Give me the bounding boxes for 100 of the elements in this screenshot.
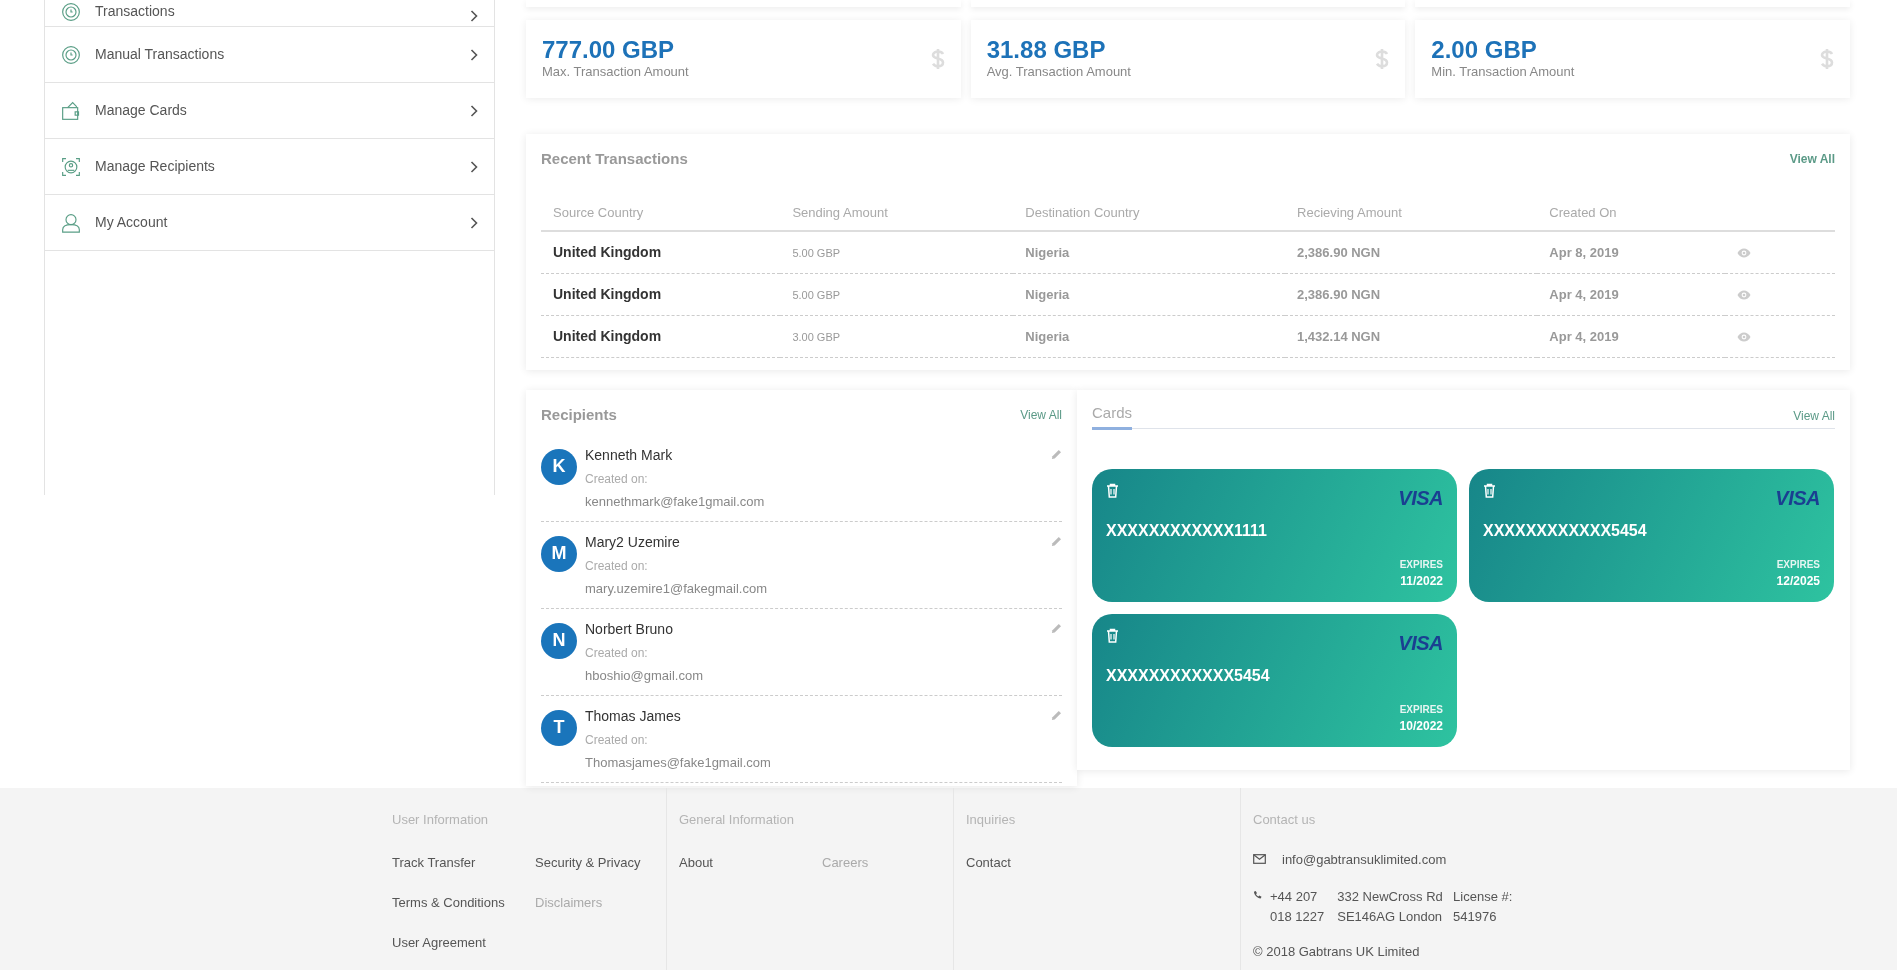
amount-cell: 2,386.90 NGN: [1297, 286, 1381, 302]
footer-heading: General Information: [679, 811, 795, 829]
card-brand-logo: VISA: [1398, 630, 1443, 656]
amount-cell: 5.00 GBP: [792, 246, 841, 259]
country-cell: United Kingdom: [553, 244, 662, 260]
country-cell: United Kingdom: [553, 328, 662, 344]
date-cell: Apr 8, 2019: [1549, 244, 1619, 260]
recipient-email: kennethmark@fake1gmail.com: [585, 492, 766, 511]
user-icon: [61, 212, 81, 233]
eye-icon: [1736, 290, 1751, 301]
contact-address: 332 NewCross Rd SE146AG London: [1337, 888, 1444, 926]
chevron-right-icon: [470, 160, 478, 173]
stat-value: 2.00 GBP: [1431, 36, 1538, 62]
recipient-email: Thomasjames@fake1gmail.com: [585, 753, 772, 772]
column-header: Created On: [1537, 196, 1725, 231]
expires-label: EXPIRES: [1776, 557, 1820, 572]
chevron-right-icon: [470, 10, 478, 22]
footer-link[interactable]: Security & Privacy: [535, 854, 641, 870]
recipient-email: hboshio@gmail.com: [585, 666, 704, 685]
expiry-date: 11/2022: [1400, 572, 1443, 590]
user-frame-icon: [61, 156, 81, 177]
card-number: XXXXXXXXXXXX1111: [1106, 520, 1268, 541]
created-label: Created on:: [585, 557, 649, 575]
recipient-name: Norbert Bruno: [585, 619, 674, 639]
stat-value: 31.88 GBP: [986, 36, 1107, 62]
sidebar-item[interactable]: Manual Transactions: [45, 27, 494, 83]
amount-cell: 5.00 GBP: [792, 288, 841, 301]
avatar: M: [541, 535, 577, 572]
panel-title: Recipients: [541, 405, 617, 425]
country-cell: United Kingdom: [553, 286, 662, 302]
footer-heading: Inquiries: [966, 811, 1017, 829]
created-label: Created on:: [585, 731, 649, 749]
pencil-icon[interactable]: [1051, 448, 1062, 460]
stat-label: Max. Transaction Amount: [542, 62, 690, 81]
contact-email: info@gabtransuklimited.com: [1282, 850, 1447, 869]
dollar-icon: [1820, 48, 1834, 70]
amount-cell: 3.00 GBP: [792, 330, 841, 343]
stat-label: Avg. Transaction Amount: [986, 62, 1132, 81]
eye-icon: [1736, 248, 1751, 259]
recipient-name: Mary2 Uzemire: [585, 532, 681, 552]
dollar-icon: [1375, 48, 1390, 70]
license-number: License #: 541976: [1453, 888, 1514, 926]
footer-heading: Contact us: [1253, 811, 1317, 829]
country-cell: Nigeria: [1025, 328, 1070, 344]
phone-icon: [1253, 890, 1262, 900]
chevron-right-icon: [470, 216, 478, 229]
amount-cell: 2,386.90 NGN: [1297, 244, 1381, 260]
sidebar-item[interactable]: Manage Cards: [45, 83, 494, 139]
recipient-name: Kenneth Mark: [585, 445, 674, 465]
column-header: Source Country: [541, 196, 781, 231]
trash-icon[interactable]: [1106, 627, 1119, 643]
avatar: T: [541, 709, 577, 746]
card-number: XXXXXXXXXXXX5454: [1483, 520, 1648, 541]
stat-value: 777.00 GBP: [542, 36, 676, 62]
pencil-icon[interactable]: [1051, 622, 1062, 634]
created-label: Created on:: [585, 470, 649, 488]
sidebar-item[interactable]: Manage Recipients: [45, 139, 494, 195]
sidebar-item[interactable]: My Account: [45, 195, 494, 251]
avatar: N: [541, 622, 577, 659]
footer-link[interactable]: Contact: [966, 854, 1011, 870]
pencil-icon[interactable]: [1051, 709, 1062, 721]
recipient-name: Thomas James: [585, 706, 682, 726]
column-header: Sending Amount: [780, 196, 1014, 231]
column-header: Destination Country: [1013, 196, 1285, 231]
clock-icon: [61, 44, 81, 65]
envelope-icon: [1253, 854, 1266, 865]
chevron-right-icon: [470, 104, 478, 117]
trash-icon[interactable]: [1106, 482, 1119, 498]
card-number: XXXXXXXXXXXX5454: [1106, 665, 1271, 686]
dollar-icon: [930, 48, 945, 70]
date-cell: Apr 4, 2019: [1549, 328, 1619, 344]
chevron-right-icon: [470, 48, 478, 61]
avatar: K: [541, 448, 577, 485]
created-label: Created on:: [585, 644, 649, 662]
country-cell: Nigeria: [1025, 286, 1070, 302]
wallet-icon: [61, 100, 81, 121]
card-brand-logo: VISA: [1398, 485, 1443, 511]
date-cell: Apr 4, 2019: [1549, 286, 1619, 302]
recipient-email: mary.uzemire1@fakegmail.com: [585, 579, 768, 598]
contact-phone: +44 207 018 1227: [1270, 888, 1326, 926]
footer-link[interactable]: Terms & Conditions: [392, 894, 505, 910]
expires-label: EXPIRES: [1399, 557, 1443, 572]
card-brand-logo: VISA: [1775, 485, 1820, 511]
sidebar-item[interactable]: Transactions: [45, 0, 494, 27]
stat-label: Min. Transaction Amount: [1431, 62, 1576, 81]
copyright-text: © 2018 Gabtrans UK Limited: [1253, 943, 1421, 961]
footer-link[interactable]: Track Transfer: [392, 854, 476, 870]
panel-title: Recent Transactions: [541, 149, 688, 169]
expiry-date: 12/2025: [1776, 572, 1820, 590]
expires-label: EXPIRES: [1399, 702, 1443, 717]
expiry-date: 10/2022: [1399, 717, 1443, 735]
pencil-icon[interactable]: [1051, 535, 1062, 547]
amount-cell: 1,432.14 NGN: [1297, 328, 1381, 344]
trash-icon[interactable]: [1483, 482, 1496, 498]
column-header: Recieving Amount: [1285, 196, 1538, 231]
eye-icon: [1736, 332, 1751, 343]
footer-link[interactable]: User Agreement: [392, 934, 486, 950]
clock-icon: [61, 2, 81, 22]
footer-link[interactable]: About: [679, 854, 713, 870]
footer-heading: User Information: [392, 811, 490, 829]
